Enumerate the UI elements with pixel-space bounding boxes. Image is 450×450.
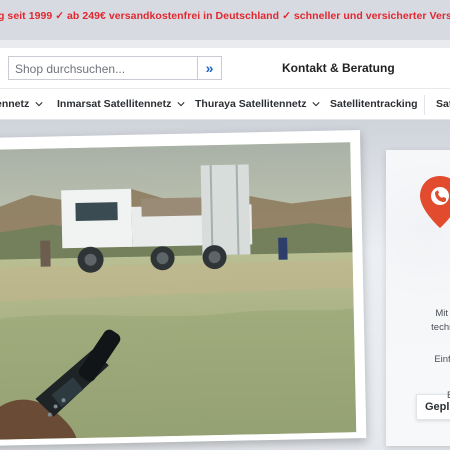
search-box[interactable] xyxy=(8,56,198,80)
promo-bar: g seit 1999 ✓ ab 249€ versandkostenfrei … xyxy=(0,0,450,40)
card-text-line-3: Einfach xyxy=(434,354,450,365)
nav-item-label: Inmarsat Satellitennetz xyxy=(57,98,172,110)
chevron-down-icon xyxy=(312,102,321,107)
nav-divider xyxy=(424,95,425,115)
card-text-line-5: K xyxy=(386,406,450,417)
nav-item-thuraya[interactable]: Thuraya Satellitennetz xyxy=(195,98,321,110)
search-input[interactable] xyxy=(15,61,193,77)
card-text-line-4: Bitte xyxy=(386,390,450,401)
card-text-line-1: Mit uns xyxy=(435,308,450,319)
nav-item-label: ennetz xyxy=(0,98,30,110)
nav-item-label: Thuraya Satellitennetz xyxy=(195,98,307,110)
double-chevron-right-icon: » xyxy=(205,60,214,76)
chevron-down-icon xyxy=(35,102,43,107)
nav-item-0[interactable]: ennetz xyxy=(0,98,43,110)
nav-item-label: Sat xyxy=(436,98,450,110)
main-nav: ennetz Inmarsat Satellitennetz Thuraya S… xyxy=(0,88,450,120)
search-button[interactable]: » xyxy=(198,56,222,80)
hero-photo-frame xyxy=(0,130,367,446)
hero-image xyxy=(0,142,357,440)
chevron-down-icon xyxy=(177,102,185,107)
nav-item-4[interactable]: Sat xyxy=(436,98,450,110)
promo-text: g seit 1999 ✓ ab 249€ versandkostenfrei … xyxy=(0,10,450,22)
nav-item-satellitentracking[interactable]: Satellitentracking xyxy=(330,98,418,110)
contact-card: Gepl Mit uns technisc Einfach Bitte K xyxy=(386,150,450,446)
hero-photo xyxy=(0,142,357,440)
nav-item-label: Satellitentracking xyxy=(330,98,418,110)
nav-item-inmarsat[interactable]: Inmarsat Satellitennetz xyxy=(57,98,185,110)
contact-link[interactable]: Kontakt & Beratung xyxy=(282,61,395,75)
card-text-line-2: technisc xyxy=(431,322,450,333)
header-row: » Kontakt & Beratung xyxy=(0,48,450,88)
